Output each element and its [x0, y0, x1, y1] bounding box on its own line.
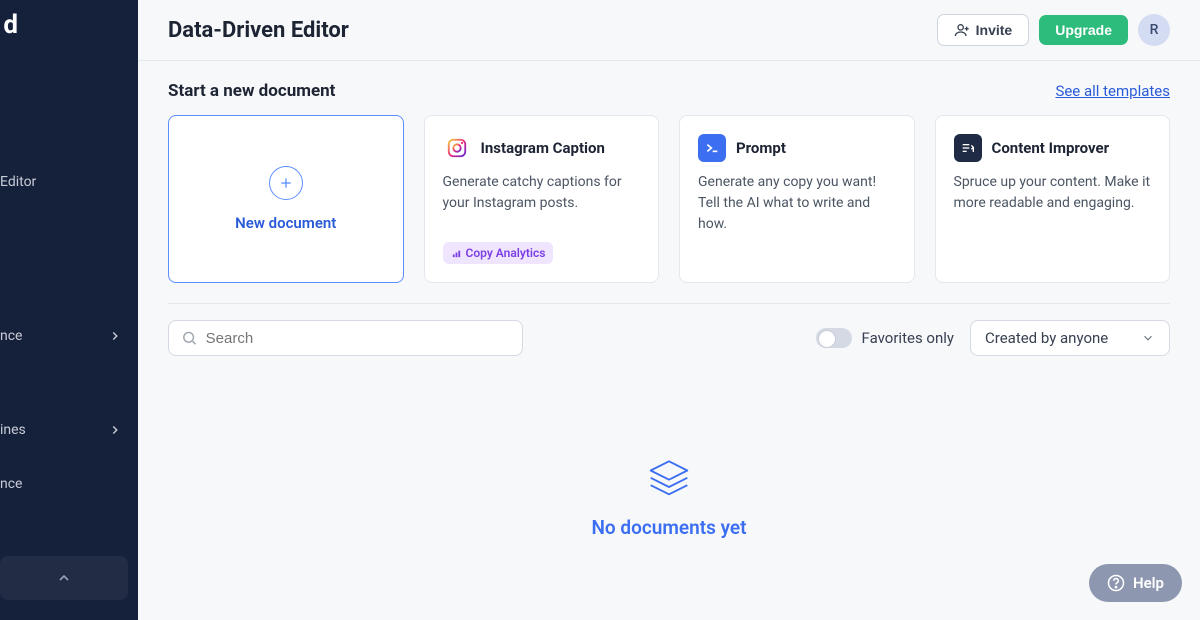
avatar-initial: R: [1150, 22, 1159, 38]
content: Start a new document See all templates N…: [138, 61, 1200, 620]
template-title: Instagram Caption: [481, 139, 605, 157]
favorites-toggle[interactable]: [816, 328, 852, 348]
chevron-down-icon: [1141, 331, 1155, 345]
template-description: Spruce up your content. Make it more rea…: [954, 172, 1152, 214]
favorites-label: Favorites only: [862, 329, 954, 347]
template-card-prompt[interactable]: Prompt Generate any copy you want! Tell …: [679, 115, 915, 283]
help-button[interactable]: Help: [1089, 564, 1182, 602]
search-input-wrap[interactable]: [168, 320, 523, 356]
layers-icon: [647, 456, 691, 496]
template-title: Prompt: [736, 139, 786, 157]
sidebar-item-1[interactable]: nce: [0, 314, 138, 358]
chevron-up-icon: [56, 570, 72, 586]
new-document-card[interactable]: New document: [168, 115, 404, 283]
sidebar-item-2[interactable]: ines: [0, 408, 138, 452]
template-description: Generate catchy captions for your Instag…: [443, 172, 641, 214]
filter-selected-label: Created by anyone: [985, 329, 1108, 347]
start-heading: Start a new document: [168, 81, 335, 101]
created-by-filter[interactable]: Created by anyone: [970, 320, 1170, 356]
bars-icon: [451, 248, 462, 259]
see-all-templates-link[interactable]: See all templates: [1055, 82, 1170, 100]
sidebar-collapse-button[interactable]: [0, 556, 128, 600]
instagram-icon: [443, 134, 471, 162]
chevron-right-icon: [108, 423, 122, 437]
chevron-right-icon: [108, 329, 122, 343]
template-description: Generate any copy you want! Tell the AI …: [698, 172, 896, 235]
help-label: Help: [1133, 574, 1164, 592]
badge-label: Copy Analytics: [466, 246, 546, 260]
template-card-content-improver[interactable]: Content Improver Spruce up your content.…: [935, 115, 1171, 283]
page-title: Data-Driven Editor: [168, 18, 349, 43]
main-area: Data-Driven Editor Invite Upgrade R Star…: [138, 0, 1200, 620]
content-improver-icon: [954, 134, 982, 162]
plus-icon: [269, 166, 303, 200]
sidebar-item-label: ines: [0, 422, 26, 438]
new-document-label: New document: [235, 214, 336, 232]
header: Data-Driven Editor Invite Upgrade R: [138, 0, 1200, 61]
sidebar-item-label: nce: [0, 476, 22, 492]
logo-text: d: [3, 10, 18, 40]
header-actions: Invite Upgrade R: [937, 14, 1170, 46]
start-section-head: Start a new document See all templates: [168, 81, 1170, 101]
person-add-icon: [954, 22, 970, 38]
invite-button[interactable]: Invite: [937, 14, 1030, 46]
search-icon: [181, 329, 198, 347]
help-icon: [1107, 574, 1125, 592]
divider: [168, 303, 1170, 304]
avatar[interactable]: R: [1138, 14, 1170, 46]
template-title: Content Improver: [992, 139, 1110, 157]
search-input[interactable]: [206, 330, 510, 347]
template-card-instagram[interactable]: Instagram Caption Generate catchy captio…: [424, 115, 660, 283]
template-cards: New document Instagram Caption Generate …: [168, 115, 1170, 283]
sidebar: d Editor nce ines nce: [0, 0, 138, 620]
copy-analytics-badge: Copy Analytics: [443, 242, 554, 264]
favorites-toggle-wrap: Favorites only: [816, 328, 954, 348]
empty-state: No documents yet: [168, 376, 1170, 539]
upgrade-button[interactable]: Upgrade: [1039, 15, 1128, 45]
prompt-icon: [698, 134, 726, 162]
sidebar-item-3[interactable]: nce: [0, 462, 138, 506]
invite-label: Invite: [976, 22, 1013, 38]
controls-row: Favorites only Created by anyone: [168, 320, 1170, 356]
empty-text: No documents yet: [591, 516, 746, 539]
sidebar-item-label: Editor: [0, 174, 36, 190]
sidebar-item-label: nce: [0, 328, 22, 344]
upgrade-label: Upgrade: [1055, 22, 1112, 38]
sidebar-item-editor[interactable]: Editor: [0, 160, 138, 204]
